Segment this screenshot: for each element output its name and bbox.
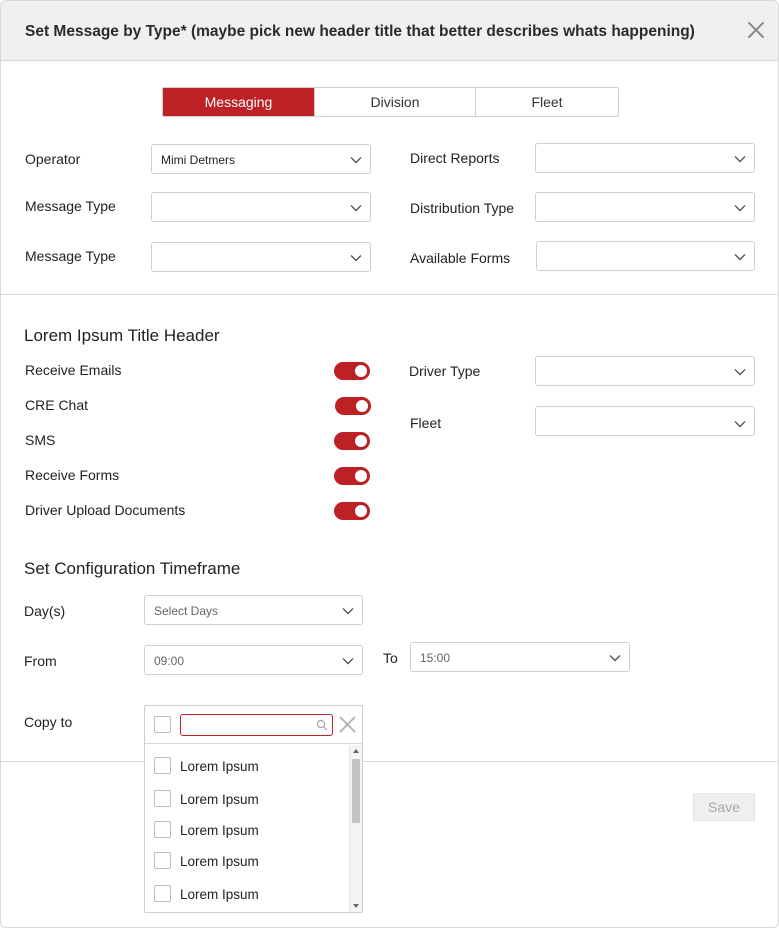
tab-messaging[interactable]: Messaging <box>163 88 315 116</box>
save-button[interactable]: Save <box>693 793 755 821</box>
operator-label: Operator <box>25 151 81 167</box>
item-checkbox[interactable] <box>154 821 171 838</box>
direct-reports-select[interactable] <box>535 143 755 173</box>
item-checkbox[interactable] <box>154 885 171 902</box>
chevron-down-icon <box>342 608 354 615</box>
from-label: From <box>24 653 57 669</box>
copy-to-search-input[interactable] <box>180 714 333 736</box>
item-label: Lorem Ipsum <box>180 759 259 774</box>
chevron-down-icon <box>734 254 746 261</box>
message-type-label: Message Type <box>25 198 116 214</box>
tab-fleet[interactable]: Fleet <box>476 88 618 116</box>
message-type-2-label: Message Type <box>25 248 116 264</box>
dialog-title: Set Message by Type* (maybe pick new hea… <box>25 23 695 40</box>
list-item[interactable]: Lorem Ipsum <box>145 847 349 875</box>
fleet-label: Fleet <box>410 415 442 431</box>
message-type-select[interactable] <box>151 192 371 222</box>
operator-select[interactable]: Mimi Detmers <box>151 144 371 174</box>
dialog: Set Message by Type* (maybe pick new hea… <box>0 0 779 928</box>
operator-value: Mimi Detmers <box>161 153 235 167</box>
chevron-down-icon <box>609 655 621 662</box>
receive-emails-label: Receive Emails <box>25 362 122 378</box>
chevron-down-icon <box>350 205 362 212</box>
list-scrollbar[interactable] <box>349 745 362 912</box>
chevron-down-icon <box>734 156 746 163</box>
direct-reports-label: Direct Reports <box>410 150 500 166</box>
scroll-up-arrow[interactable] <box>353 749 359 753</box>
section-title: Lorem Ipsum Title Header <box>24 326 220 345</box>
toggle-knob <box>355 505 367 517</box>
chevron-down-icon <box>734 421 746 428</box>
sms-toggle[interactable] <box>334 432 370 450</box>
driver-type-select[interactable] <box>535 356 755 386</box>
list-item[interactable]: Lorem Ipsum <box>145 880 349 908</box>
driver-upload-documents-toggle[interactable] <box>334 502 370 520</box>
toggle-knob <box>356 400 368 412</box>
message-type-2-select[interactable] <box>151 242 371 272</box>
list-item[interactable]: Lorem Ipsum <box>145 785 349 813</box>
item-label: Lorem Ipsum <box>180 887 259 902</box>
to-time-value: 15:00 <box>420 651 451 665</box>
receive-forms-toggle[interactable] <box>334 467 370 485</box>
fleet-select[interactable] <box>535 406 755 436</box>
scroll-down-arrow[interactable] <box>353 904 359 908</box>
days-select[interactable]: Select Days <box>144 595 363 625</box>
cre-chat-toggle[interactable] <box>335 397 371 415</box>
tab-division[interactable]: Division <box>315 88 476 116</box>
driver-upload-documents-label: Driver Upload Documents <box>25 502 186 518</box>
days-label: Day(s) <box>24 603 66 619</box>
copy-to-label: Copy to <box>24 714 73 730</box>
to-time-select[interactable]: 15:00 <box>410 642 630 672</box>
list-item[interactable]: Lorem Ipsum <box>145 752 349 780</box>
item-checkbox[interactable] <box>154 757 171 774</box>
toggle-knob <box>355 435 367 447</box>
chevron-down-icon <box>342 658 354 665</box>
footer-divider <box>1 761 778 762</box>
receive-emails-toggle[interactable] <box>334 362 370 380</box>
driver-type-label: Driver Type <box>409 363 481 379</box>
scroll-thumb[interactable] <box>352 759 360 823</box>
clear-icon[interactable] <box>338 715 357 734</box>
distribution-type-label: Distribution Type <box>410 200 515 216</box>
chevron-down-icon <box>734 369 746 376</box>
chevron-down-icon <box>350 255 362 262</box>
chevron-down-icon <box>734 205 746 212</box>
item-checkbox[interactable] <box>154 852 171 869</box>
cre-chat-label: CRE Chat <box>25 397 89 413</box>
toggle-knob <box>355 365 367 377</box>
item-label: Lorem Ipsum <box>180 792 259 807</box>
toggle-knob <box>355 470 367 482</box>
item-label: Lorem Ipsum <box>180 823 259 838</box>
section-divider <box>1 294 778 295</box>
to-label: To <box>383 650 398 666</box>
available-forms-select[interactable] <box>536 241 755 271</box>
available-forms-label: Available Forms <box>410 250 511 266</box>
tab-bar: Messaging Division Fleet <box>162 87 619 117</box>
chevron-down-icon <box>350 157 362 164</box>
from-time-select[interactable]: 09:00 <box>144 645 363 675</box>
close-button[interactable] <box>745 19 767 41</box>
sms-label: SMS <box>25 432 56 448</box>
from-time-value: 09:00 <box>154 654 185 668</box>
distribution-type-select[interactable] <box>535 192 755 222</box>
receive-forms-label: Receive Forms <box>25 467 120 483</box>
copy-to-dropdown: Lorem Ipsum Lorem Ipsum Lorem Ipsum Lore… <box>144 705 363 913</box>
copy-to-header <box>145 706 362 744</box>
timeframe-title: Set Configuration Timeframe <box>24 559 241 578</box>
close-icon <box>748 22 764 38</box>
days-placeholder: Select Days <box>154 604 219 618</box>
item-checkbox[interactable] <box>154 790 171 807</box>
select-all-checkbox[interactable] <box>154 716 171 733</box>
list-item[interactable]: Lorem Ipsum <box>145 816 349 844</box>
item-label: Lorem Ipsum <box>180 854 259 869</box>
dialog-header: Set Message by Type* (maybe pick new hea… <box>1 1 778 61</box>
